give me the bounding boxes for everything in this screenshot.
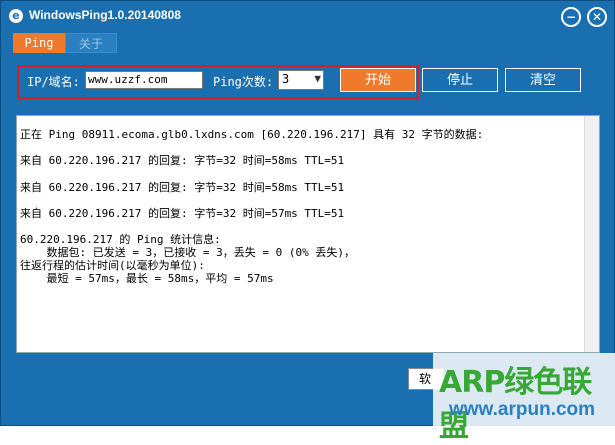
watermark-logo: ARP绿色联盟 www.arpun.com <box>433 353 615 444</box>
start-button[interactable]: 开始 <box>340 68 416 92</box>
minimize-icon[interactable]: − <box>561 7 581 27</box>
output-line: 正在 Ping 08911.ecoma.glb0.lxdns.com [60.2… <box>20 128 484 141</box>
host-input[interactable]: www.uzzf.com <box>85 71 203 89</box>
count-label: Ping次数: <box>213 75 274 89</box>
ping-output[interactable]: 正在 Ping 08911.ecoma.glb0.lxdns.com [60.2… <box>16 115 600 353</box>
chevron-down-icon[interactable]: ▼ <box>314 72 321 85</box>
output-line: 来自 60.220.196.217 的回复: 字节=32 时间=58ms TTL… <box>20 154 345 167</box>
stop-button[interactable]: 停止 <box>422 68 498 92</box>
app-icon: e <box>9 9 23 23</box>
app-window: e WindowsPing1.0.20140808 − ✕ Ping 关于 IP… <box>0 0 615 444</box>
tab-ping[interactable]: Ping <box>13 33 65 53</box>
output-line: 来自 60.220.196.217 的回复: 字节=32 时间=57ms TTL… <box>20 207 345 220</box>
count-select[interactable]: 3 ▼ <box>278 70 324 90</box>
output-line: 数据包: 已发送 = 3，已接收 = 3，丢失 = 0 (0% 丢失)， <box>20 246 355 259</box>
output-scrollbar[interactable] <box>584 116 599 352</box>
watermark-url: www.arpun.com <box>449 399 596 420</box>
window-title: WindowsPing1.0.20140808 <box>29 8 181 22</box>
output-line: 来自 60.220.196.217 的回复: 字节=32 时间=58ms TTL… <box>20 181 345 194</box>
output-line: 最短 = 57ms，最长 = 58ms，平均 = 57ms <box>20 272 274 285</box>
close-icon[interactable]: ✕ <box>587 7 607 27</box>
clear-button[interactable]: 清空 <box>505 68 581 92</box>
count-value: 3 <box>282 72 290 86</box>
host-label: IP/域名: <box>27 75 80 89</box>
tab-about[interactable]: 关于 <box>65 33 117 53</box>
output-line: 60.220.196.217 的 Ping 统计信息: <box>20 233 221 246</box>
output-line: 往返行程的估计时间(以毫秒为单位): <box>20 259 205 272</box>
title-bar[interactable]: e WindowsPing1.0.20140808 − ✕ <box>1 1 614 31</box>
